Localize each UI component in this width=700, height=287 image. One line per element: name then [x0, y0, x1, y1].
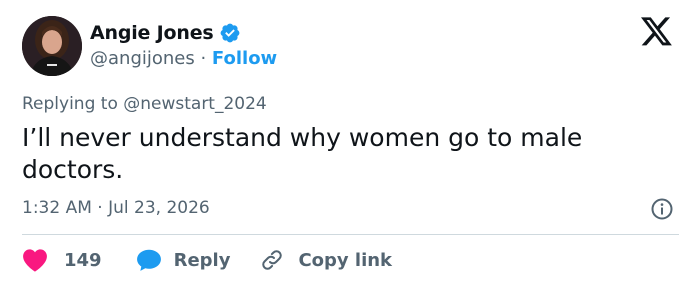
- verified-badge-icon: [220, 23, 240, 43]
- divider: [22, 234, 679, 235]
- like-button[interactable]: 149: [22, 248, 102, 272]
- tweet-text: I’ll never understand why women go to ma…: [22, 123, 583, 184]
- timestamp[interactable]: 1:32 AM · Jul 23, 2026: [22, 198, 210, 218]
- display-name[interactable]: Angie Jones: [90, 22, 214, 44]
- replying-to[interactable]: Replying to @newstart_2024: [22, 94, 267, 114]
- avatar[interactable]: [22, 16, 82, 76]
- heart-icon: [23, 249, 47, 272]
- like-count: 149: [64, 249, 102, 271]
- handle-separator: ·: [194, 48, 212, 69]
- handle[interactable]: @angijones: [90, 48, 195, 69]
- tweet-card: Angie Jones @angijones · Follow Replying…: [0, 0, 700, 287]
- x-logo-icon[interactable]: [641, 17, 673, 47]
- handle-line: @angijones · Follow: [90, 48, 277, 69]
- avatar-image: [22, 16, 82, 76]
- info-icon[interactable]: [650, 197, 674, 221]
- reply-label: Reply: [173, 249, 231, 271]
- follow-button[interactable]: Follow: [212, 48, 277, 69]
- link-icon: [262, 250, 283, 270]
- copy-link-label: Copy link: [298, 249, 393, 271]
- reply-button[interactable]: Reply: [136, 248, 231, 272]
- speech-bubble-icon: [136, 249, 161, 271]
- action-bar: 149 Reply Copy link: [22, 246, 392, 274]
- copy-link-button[interactable]: Copy link: [260, 248, 392, 272]
